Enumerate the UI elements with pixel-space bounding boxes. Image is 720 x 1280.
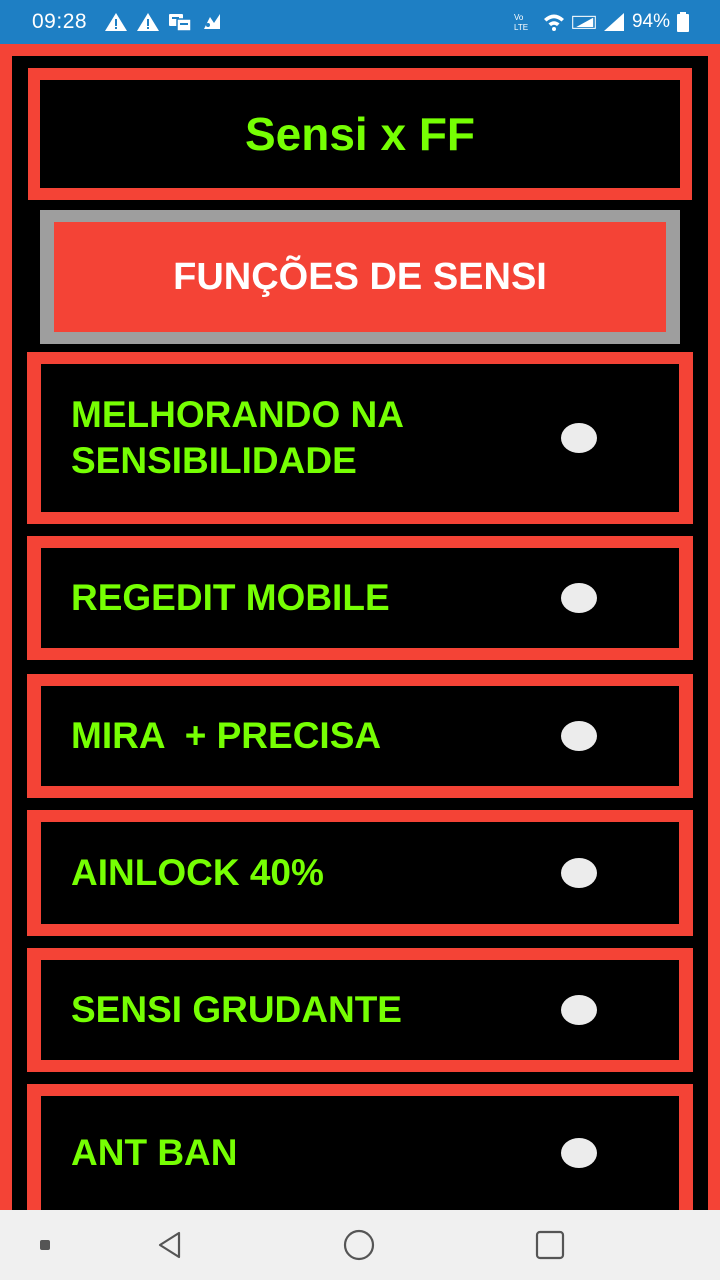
volte-icon: VoLTE xyxy=(514,13,528,32)
option-label: MELHORANDO NA SENSIBILIDADE xyxy=(71,394,404,481)
svg-text:LTE: LTE xyxy=(514,23,528,32)
app-icon xyxy=(204,14,221,29)
option-label: REGEDIT MOBILE xyxy=(71,577,390,618)
title-box: Sensi x FF xyxy=(28,68,692,200)
option-ant-ban[interactable]: ANT BAN xyxy=(27,1084,693,1210)
app-title: Sensi x FF xyxy=(244,108,476,160)
battery-icon xyxy=(677,12,689,32)
toggle-switch[interactable] xyxy=(561,721,597,751)
toggle-switch[interactable] xyxy=(561,583,597,613)
section-header-inner: FUNÇÕES DE SENSI xyxy=(54,222,666,332)
option-regedit-mobile[interactable]: REGEDIT MOBILE xyxy=(27,536,693,660)
section-header: FUNÇÕES DE SENSI xyxy=(173,255,547,298)
toggle-switch[interactable] xyxy=(561,995,597,1025)
option-inner: REGEDIT MOBILE xyxy=(41,548,679,648)
dot-icon xyxy=(40,1240,50,1250)
status-right: Vo LTE 94% xyxy=(512,11,690,33)
option-inner: ANT BAN xyxy=(41,1096,679,1210)
recents-icon xyxy=(535,1230,565,1260)
status-time: 09:28 xyxy=(32,10,88,33)
wifi-icon xyxy=(543,14,564,31)
navigation-bar xyxy=(0,1210,720,1280)
warning-icon xyxy=(137,13,160,31)
toggle-switch[interactable] xyxy=(561,423,597,453)
back-button[interactable] xyxy=(148,1210,192,1280)
battery-percent: 94% xyxy=(631,11,670,32)
option-inner: MELHORANDO NA SENSIBILIDADE xyxy=(41,364,679,512)
option-melhorando-sensibilidade[interactable]: MELHORANDO NA SENSIBILIDADE xyxy=(27,352,693,524)
home-icon xyxy=(343,1229,375,1261)
option-ainlock[interactable]: AINLOCK 40% xyxy=(27,810,693,936)
option-inner: MIRA + PRECISA xyxy=(41,686,679,786)
option-sensi-grudante[interactable]: SENSI GRUDANTE xyxy=(27,948,693,1072)
home-button[interactable] xyxy=(337,1210,381,1280)
option-mira-precisa[interactable]: MIRA + PRECISA xyxy=(27,674,693,798)
signal-icon xyxy=(603,13,624,31)
option-label: ANT BAN xyxy=(71,1132,238,1173)
menu-dot-button[interactable] xyxy=(30,1210,60,1280)
notification-icons xyxy=(104,11,224,33)
option-label: AINLOCK 40% xyxy=(71,852,324,893)
svg-text:Vo: Vo xyxy=(514,13,524,22)
title-inner: Sensi x FF xyxy=(40,80,680,188)
option-label: SENSI GRUDANTE xyxy=(71,989,402,1030)
option-label: MIRA + PRECISA xyxy=(71,715,382,756)
translate-icon xyxy=(169,14,192,32)
toggle-switch[interactable] xyxy=(561,1138,597,1168)
warning-icon xyxy=(105,13,128,31)
option-inner: SENSI GRUDANTE xyxy=(41,960,679,1060)
option-inner: AINLOCK 40% xyxy=(41,822,679,924)
back-icon xyxy=(158,1231,181,1259)
signal-icon xyxy=(572,15,596,29)
section-header-box: FUNÇÕES DE SENSI xyxy=(40,210,680,344)
recents-button[interactable] xyxy=(528,1210,572,1280)
status-left: 09:28 xyxy=(32,10,224,34)
status-bar: 09:28 Vo LTE 94% xyxy=(0,0,720,44)
toggle-switch[interactable] xyxy=(561,858,597,888)
